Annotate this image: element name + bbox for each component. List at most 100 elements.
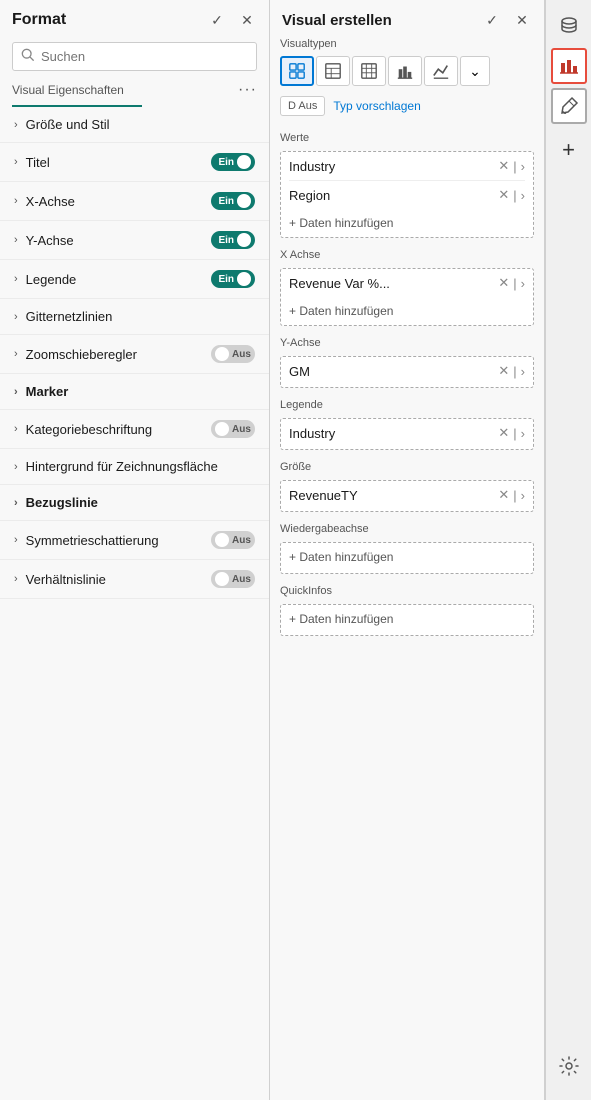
format-item-titel[interactable]: › Titel Ein xyxy=(0,143,269,182)
format-item-symmetrie[interactable]: › Symmetrieschattierung Aus xyxy=(0,521,269,560)
field-chip-actions: ✕ | › xyxy=(498,275,525,291)
format-item-titel-toggle[interactable]: Ein xyxy=(211,153,255,171)
field-pipe: | xyxy=(513,488,516,503)
format-item-hintergrund-label: Hintergrund für Zeichnungsfläche xyxy=(26,459,218,474)
format-close-icon[interactable]: ✕ xyxy=(237,10,257,30)
format-item-groesse[interactable]: › Größe und Stil xyxy=(0,107,269,143)
format-item-marker[interactable]: › Marker xyxy=(0,374,269,410)
field-chip-industry: Industry ✕ | › xyxy=(281,152,533,180)
field-chip-actions: ✕ | › xyxy=(498,158,525,174)
database-icon-btn[interactable] xyxy=(551,8,587,44)
toggle-circle xyxy=(215,422,229,436)
format-item-zoom-toggle[interactable]: Aus xyxy=(211,345,255,363)
format-item-verhaltnis-toggle[interactable]: Aus xyxy=(211,570,255,588)
field-arrow-icon[interactable]: › xyxy=(521,426,525,441)
chevron-right-icon: › xyxy=(14,311,18,323)
vtype-more-btn[interactable]: ⌄ xyxy=(460,56,490,86)
field-x-icon[interactable]: ✕ xyxy=(498,158,509,174)
format-item-legende[interactable]: › Legende Ein xyxy=(0,260,269,299)
xachse-add-btn[interactable]: + Daten hinzufügen xyxy=(281,297,533,325)
field-arrow-icon[interactable]: › xyxy=(521,159,525,174)
format-item-groesse-label: Größe und Stil xyxy=(26,117,110,132)
toggle-circle xyxy=(215,533,229,547)
bar-chart-icon-btn[interactable] xyxy=(551,48,587,84)
toggle-label: Ein xyxy=(218,274,234,285)
field-x-icon[interactable]: ✕ xyxy=(498,275,509,291)
format-item-verhaltnis[interactable]: › Verhältnislinie Aus xyxy=(0,560,269,599)
chevron-right-icon: › xyxy=(14,234,18,246)
format-item-kategorie-toggle[interactable]: Aus xyxy=(211,420,255,438)
d-aus-badge[interactable]: D Aus xyxy=(280,96,325,116)
chevron-right-icon: › xyxy=(14,348,18,360)
wiedergabe-drop-zone[interactable]: + Daten hinzufügen xyxy=(280,542,534,574)
search-box[interactable] xyxy=(12,42,257,71)
xachse-drop-zone[interactable]: Revenue Var %... ✕ | › + Daten hinzufüge… xyxy=(280,268,534,326)
quickinfos-drop-zone[interactable]: + Daten hinzufügen xyxy=(280,604,534,636)
format-scroll: › Größe und Stil › Titel Ein › X-Achse E… xyxy=(0,107,269,1100)
format-item-kategorie[interactable]: › Kategoriebeschriftung Aus xyxy=(0,410,269,449)
chevron-right-icon: › xyxy=(14,497,18,509)
format-item-yachse-toggle[interactable]: Ein xyxy=(211,231,255,249)
chevron-right-icon: › xyxy=(14,573,18,585)
section-quickinfos-label: QuickInfos xyxy=(270,577,544,601)
field-chip-gm: GM ✕ | › xyxy=(281,357,533,385)
field-x-icon[interactable]: ✕ xyxy=(498,425,509,441)
vtype-matrix-btn[interactable] xyxy=(352,56,386,86)
field-revenue-var-label: Revenue Var %... xyxy=(289,276,390,291)
quickinfos-add-btn[interactable]: + Daten hinzufügen xyxy=(281,605,533,633)
wiedergabe-add-btn[interactable]: + Daten hinzufügen xyxy=(281,543,533,571)
field-arrow-icon[interactable]: › xyxy=(521,488,525,503)
visual-eigenschaften-label: Visual Eigenschaften xyxy=(12,83,124,97)
format-item-verhaltnis-label: Verhältnislinie xyxy=(26,572,106,587)
yachse-drop-zone[interactable]: GM ✕ | › xyxy=(280,356,534,388)
field-arrow-icon[interactable]: › xyxy=(521,276,525,291)
werte-drop-zone[interactable]: Industry ✕ | › Region ✕ | › + Daten hinz… xyxy=(280,151,534,238)
field-x-icon[interactable]: ✕ xyxy=(498,487,509,503)
field-region-label: Region xyxy=(289,188,330,203)
werte-add-btn[interactable]: + Daten hinzufügen xyxy=(281,209,533,237)
format-item-legende-toggle[interactable]: Ein xyxy=(211,270,255,288)
visualtype-row: ⌄ xyxy=(270,54,544,92)
format-item-xachse-toggle[interactable]: Ein xyxy=(211,192,255,210)
section-wiedergabe: Wiedergabeachse + Daten hinzufügen xyxy=(270,515,544,577)
format-item-bezugslinie-label: Bezugslinie xyxy=(26,495,98,510)
toggle-label: Ein xyxy=(218,157,234,168)
typ-vorschlagen-btn[interactable]: Typ vorschlagen xyxy=(333,99,420,113)
settings-icon-btn[interactable] xyxy=(551,1048,587,1084)
legende-drop-zone[interactable]: Industry ✕ | › xyxy=(280,418,534,450)
field-arrow-icon[interactable]: › xyxy=(521,364,525,379)
format-item-hintergrund[interactable]: › Hintergrund für Zeichnungsfläche xyxy=(0,449,269,485)
field-arrow-icon[interactable]: › xyxy=(521,188,525,203)
field-x-icon[interactable]: ✕ xyxy=(498,187,509,203)
search-input[interactable] xyxy=(41,49,248,64)
format-item-bezugslinie[interactable]: › Bezugslinie xyxy=(0,485,269,521)
field-chip-actions: ✕ | › xyxy=(498,187,525,203)
section-yachse-label: Y-Achse xyxy=(270,329,544,353)
chevron-right-icon: › xyxy=(14,119,18,131)
vtype-line-btn[interactable] xyxy=(424,56,458,86)
vtype-bar-btn[interactable] xyxy=(388,56,422,86)
format-collapse-icon[interactable]: ✓ xyxy=(207,10,227,30)
visual-collapse-icon[interactable]: ✓ xyxy=(482,10,502,30)
vtype-table-btn[interactable] xyxy=(316,56,350,86)
field-industry2-label: Industry xyxy=(289,426,335,441)
toggle-label: Aus xyxy=(232,574,251,585)
field-x-icon[interactable]: ✕ xyxy=(498,363,509,379)
paint-brush-icon-btn[interactable] xyxy=(551,88,587,124)
format-item-yachse-label: Y-Achse xyxy=(26,233,74,248)
toggle-circle xyxy=(215,572,229,586)
groesse-drop-zone[interactable]: RevenueTY ✕ | › xyxy=(280,480,534,512)
format-item-symmetrie-toggle[interactable]: Aus xyxy=(211,531,255,549)
visual-close-icon[interactable]: ✕ xyxy=(512,10,532,30)
vtype-scatter-btn[interactable] xyxy=(280,56,314,86)
format-item-gitternetzlinien[interactable]: › Gitternetzlinien xyxy=(0,299,269,335)
format-panel-title: Format xyxy=(12,11,66,29)
format-item-yachse[interactable]: › Y-Achse Ein xyxy=(0,221,269,260)
add-btn[interactable]: + xyxy=(551,132,587,168)
section-more-btn[interactable]: ··· xyxy=(238,81,257,99)
section-groesse: Größe RevenueTY ✕ | › xyxy=(270,453,544,515)
section-xachse-label: X Achse xyxy=(270,241,544,265)
right-sidebar: + xyxy=(545,0,591,1100)
format-item-zoom[interactable]: › Zoomschieberegler Aus xyxy=(0,335,269,374)
format-item-xachse[interactable]: › X-Achse Ein xyxy=(0,182,269,221)
